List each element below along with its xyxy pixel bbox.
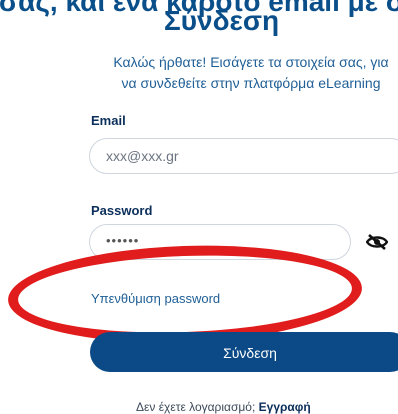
remind-password-link[interactable]: Υπενθύμιση password	[91, 291, 220, 306]
register-link[interactable]: Εγγραφή	[259, 400, 311, 414]
login-page: σας, και ένα καρότο email με σ Σύνδεση Κ…	[0, 0, 398, 414]
register-question: Δεν έχετε λογαριασμό;	[136, 400, 256, 414]
password-field-value: ••••••	[106, 233, 140, 248]
page-subtitle: Καλώς ήρθατε! Εισάγετε τα στοιχεία σας, …	[113, 54, 389, 91]
register-prompt: Δεν έχετε λογαριασμό; Εγγραφή	[0, 400, 398, 414]
login-button[interactable]: Σύνδεση	[90, 332, 398, 372]
password-field[interactable]: ••••••	[89, 224, 351, 260]
eye-slash-icon[interactable]	[366, 234, 388, 250]
email-label: Email	[91, 113, 126, 128]
email-field[interactable]: xxx@xxx.gr	[89, 138, 398, 174]
password-label: Password	[91, 203, 153, 218]
page-title: Σύνδεση	[163, 5, 280, 36]
email-field-value: xxx@xxx.gr	[106, 148, 179, 164]
